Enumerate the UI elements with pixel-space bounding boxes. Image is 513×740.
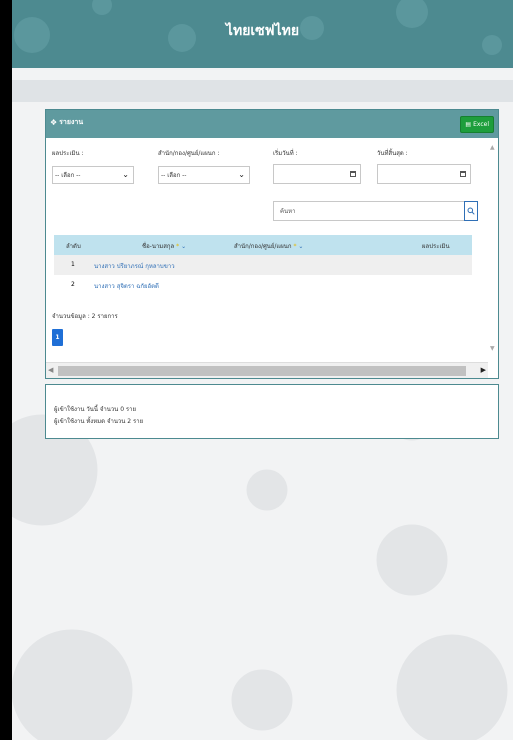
page: ไทยเซฟไทย ❖ รายงาน ▤ Excel ผลประเมิน : -… [12,0,513,740]
table-row: 1 นางสาว ปรียาภรณ์ กุหลาบขาว [54,255,472,275]
panel-header: ❖ รายงาน ▤ Excel [46,110,498,138]
report-panel: ❖ รายงาน ▤ Excel ผลประเมิน : -- เลือก --… [45,109,499,379]
col-office[interactable]: สำนัก/กอง/ศูนย์/แผนก * ⌄ [234,241,303,251]
sort-icon: ⌄ [179,243,187,250]
row-no: 1 [71,261,75,268]
scroll-up-icon[interactable]: ▲ [490,144,495,151]
search-icon [467,207,475,215]
file-icon: ▤ [465,121,472,128]
report-table: ลำดับ ชื่อ-นามสกุล * ⌄ สำนัก/กอง/ศูนย์/แ… [54,235,472,295]
usage-stats-panel: ผู้เข้าใช้งาน วันนี้ จำนวน 0 ราย ผู้เข้า… [45,384,499,439]
result-select[interactable]: -- เลือก -- ⌄ [52,166,134,184]
search-button[interactable] [464,201,478,221]
result-filter-label: ผลประเมิน : [52,150,84,157]
col-name-label: ชื่อ-นามสกุล [142,243,175,250]
report-icon: ❖ [50,118,58,127]
panel-title-label: รายงาน [59,118,84,126]
sort-icon: ⌄ [296,243,304,250]
col-no[interactable]: ลำดับ [66,241,81,251]
chevron-down-icon: ⌄ [238,170,245,179]
scroll-left-icon[interactable]: ◀ [48,366,53,374]
result-select-value: -- เลือก -- [55,172,81,179]
row-name-link[interactable]: นางสาว ปรียาภรณ์ กุหลาบขาว [94,261,175,271]
search-input[interactable]: ค้นหา [273,201,466,221]
calendar-icon [460,171,466,177]
app-title: ไทยเซฟไทย [225,23,300,39]
end-date-label: วันที่สิ้นสุด : [377,150,408,157]
table-row: 2 นางสาว สุจิตรา ฉกัยอัตดี [54,275,472,295]
row-name-link[interactable]: นางสาว สุจิตรา ฉกัยอัตดี [94,281,159,291]
excel-export-button[interactable]: ▤ Excel [460,116,494,133]
table-header: ลำดับ ชื่อ-นามสกุล * ⌄ สำนัก/กอง/ศูนย์/แ… [54,235,472,255]
office-select-value: -- เลือก -- [161,172,187,179]
scroll-down-icon[interactable]: ▼ [490,345,495,352]
search-placeholder: ค้นหา [280,208,296,215]
top-bar: ไทยเซฟไทย [12,0,513,68]
excel-label: Excel [473,121,489,128]
horizontal-scrollbar[interactable]: ◀ ▶ [46,362,488,378]
calendar-icon [350,171,356,177]
pagination-page-1[interactable]: 1 [52,329,63,346]
record-count: จำนวนข้อมูล : 2 รายการ [52,313,118,320]
sub-bar [12,80,513,102]
scroll-right-icon[interactable]: ▶ [481,366,486,374]
office-filter-label: สำนัก/กอง/ศูนย์/แผนก : [158,150,220,157]
total-users-text: ผู้เข้าใช้งาน ทั้งหมด จำนวน 2 ราย [54,418,144,425]
office-select[interactable]: -- เลือก -- ⌄ [158,166,250,184]
end-date-input[interactable] [377,164,471,184]
row-no: 2 [71,281,75,288]
col-result[interactable]: ผลประเมิน [422,241,450,251]
start-date-input[interactable] [273,164,361,184]
chevron-down-icon: ⌄ [122,170,129,179]
scroll-thumb[interactable] [58,366,466,376]
vertical-scrollbar[interactable]: ▲ ▼ [488,138,498,352]
col-office-label: สำนัก/กอง/ศูนย์/แผนก [234,243,292,250]
panel-title: ❖ รายงาน [50,117,83,128]
col-name[interactable]: ชื่อ-นามสกุล * ⌄ [142,241,186,251]
today-users-text: ผู้เข้าใช้งาน วันนี้ จำนวน 0 ราย [54,406,137,413]
start-date-label: เริ่มวันที่ : [273,150,298,157]
